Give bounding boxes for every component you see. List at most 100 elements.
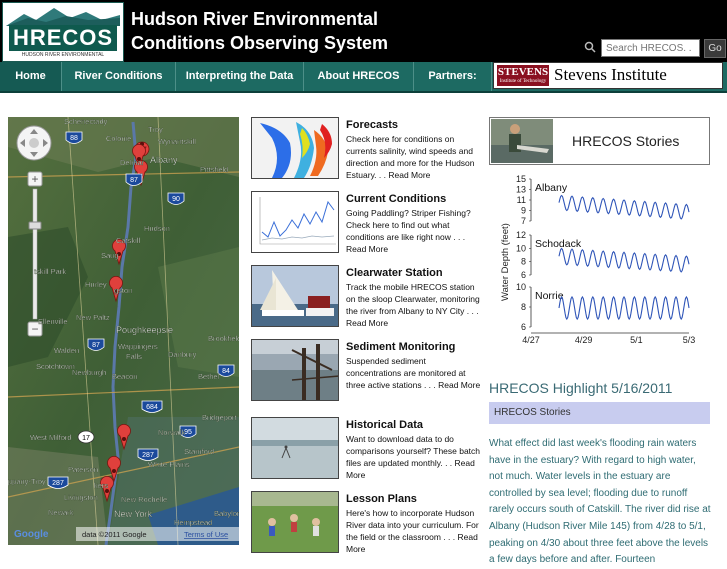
highway-shield: 287 [47,476,69,489]
chart-tick-label: 9 [521,206,526,216]
feature-current-conditions[interactable]: Current Conditions Going Paddling? Strip… [251,191,481,263]
chart-tick-label: 12 [516,230,526,240]
map-label: Brookfield [208,334,239,343]
highway-shield: 90 [167,192,185,205]
forecasts-thumbnail[interactable] [251,117,339,179]
feature-title[interactable]: Sediment Monitoring [346,341,455,353]
feature-desc: Going Paddling? Striper Fishing? Check h… [346,208,471,254]
feature-forecasts[interactable]: Forecasts Check here for conditions on c… [251,117,481,189]
mountain-logo-icon [6,8,120,26]
map-label: Albany [150,155,178,165]
chart-tick-label: 10 [516,282,526,292]
current-conditions-thumbnail[interactable] [251,191,339,253]
highway-shield: 84 [217,364,235,377]
map-label: White Plains [148,460,190,469]
feature-title[interactable]: Current Conditions [346,193,446,205]
chart-tick-label: 6 [521,322,526,332]
chart-tick-label: 8 [521,257,526,267]
chart-tick-label: 6 [521,270,526,280]
feature-title[interactable]: Forecasts [346,119,398,131]
chart-tick-label: 8 [521,302,526,312]
chart-tick-label: 5/3 [683,335,696,343]
chart-tick-label: 4/27 [522,335,540,343]
stevens-logo-text: STEVENS [497,66,549,78]
search-go-button[interactable]: Go [704,39,726,58]
site-title-line1: Hudson River Environmental [131,9,379,29]
highlight-stories-bar[interactable]: HRECOS Stories [489,402,710,424]
stories-label: HRECOS Stories [572,133,680,149]
stevens-name: Stevens Institute [554,65,667,84]
map-label: Newburgh [72,368,106,377]
map-label: 684 [146,404,158,411]
map-label: 87 [130,177,138,184]
map-label: Troy [148,125,163,134]
clearwater-thumbnail[interactable] [251,265,339,327]
hrecos-logo[interactable]: HRECOS HUDSON RIVER ENVIRONMENTAL [2,2,124,62]
map-label: Schenectady [64,117,108,126]
map-label: Livingston [64,493,98,502]
highlight-bar-label[interactable]: HRECOS Stories [494,407,571,418]
lesson-plans-thumbnail[interactable] [251,491,339,553]
map-label: Paterson [68,465,98,474]
search-input[interactable] [601,39,700,57]
map-label: 90 [172,196,180,203]
map-label: Beacon [112,372,137,381]
water-depth-chart[interactable]: Water Depth (feet) 79111315 Albany 6 8 10 12 S… [497,173,702,343]
map-label: West Milford [30,433,72,442]
highway-shield: 684 [141,400,163,413]
feature-historical-data[interactable]: Historical Data Want to download data to… [251,417,481,489]
feature-sediment-monitoring[interactable]: Sediment Monitoring Suspended sediment c… [251,339,481,411]
feature-desc: Suspended sediment concentrations are mo… [346,356,481,390]
chart-tick-label: 10 [516,243,526,253]
map-label: 287 [52,480,64,487]
nav-interpreting-data[interactable]: Interpreting the Data [176,62,304,91]
feature-title[interactable]: Historical Data [346,419,423,431]
map-label: 17 [82,435,90,442]
map-label: Walden [54,346,79,355]
stevens-logo: STEVENS Institute of Technology [497,65,549,86]
map-canvas[interactable]: + − 88 87 90 87 84 684 17 95 287 287 Sch… [8,117,239,545]
chart-series-label: Albany [535,182,568,194]
nav-about-hrecos[interactable]: About HRECOS [304,62,414,91]
historical-data-thumbnail[interactable] [251,417,339,479]
feature-clearwater-station[interactable]: Clearwater Station Track the mobile HREC… [251,265,481,337]
map-label: 87 [92,342,100,349]
hrecos-stories-banner[interactable]: HRECOS Stories [489,117,710,165]
feature-desc: Want to download data to do comparisons … [346,434,481,480]
feature-lesson-plans[interactable]: Lesson Plans Here's how to incorporate H… [251,491,481,563]
map-label: ppany-Troy [8,477,46,486]
map-label: 287 [142,452,154,459]
highway-shield: 17 [77,430,95,444]
stevens-partner-link[interactable]: STEVENS Institute of Technology Stevens … [493,62,723,89]
map-label: New York [114,509,153,519]
feature-desc: Track the mobile HRECOS station on the s… [346,282,480,328]
feature-title[interactable]: Lesson Plans [346,493,417,505]
map-label: Catskill [116,236,141,245]
sediment-thumbnail[interactable] [251,339,339,401]
map-label: Hurley [85,280,107,289]
feature-title[interactable]: Clearwater Station [346,267,443,279]
map-label: Scotchtown [36,362,75,371]
chart-tick-label: 15 [516,174,526,184]
map-label: Bridgeport [202,413,238,422]
google-logo: Google [14,529,49,540]
map-label: Hudson [144,224,170,233]
map-pan-control[interactable] [16,125,52,161]
map-terms-link[interactable]: Terms of Use [184,530,228,539]
map-label: New Rochelle [121,495,167,504]
nav-river-conditions[interactable]: River Conditions [62,62,176,91]
highlight-text: What effect did last week's flooding rai… [489,438,711,566]
highlight-title: HRECOS Highlight 5/16/2011 [489,380,673,396]
map-label: Delmar [120,158,145,167]
map-label: Danbury [168,350,197,359]
nav-home[interactable]: Home [0,62,62,91]
logo-subtitle: HUDSON RIVER ENVIRONMENTAL [21,52,105,58]
site-header: HRECOS HUDSON RIVER ENVIRONMENTAL Hudson… [0,0,727,62]
logo-text: HRECOS [9,25,117,51]
map-label: Newark [48,508,74,517]
nav-partners[interactable]: Partners: [414,62,492,91]
map-label: Pittsfield [200,165,228,174]
map-label: 95 [184,429,192,436]
map-label: Norwalk [158,428,185,437]
station-map[interactable]: + − 88 87 90 87 84 684 17 95 287 287 Sch… [8,117,239,545]
